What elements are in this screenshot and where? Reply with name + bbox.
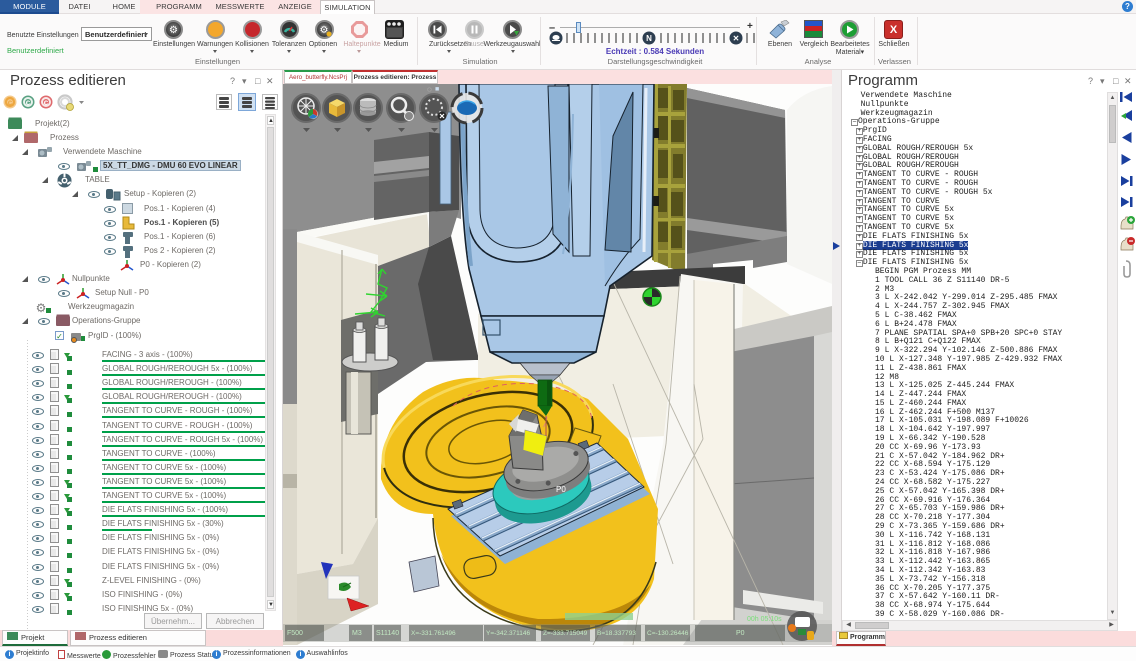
svg-text:c: c [26, 98, 31, 107]
svg-text:N: N [646, 34, 652, 43]
svg-text:■: ■ [435, 86, 439, 93]
svg-text:M3: M3 [352, 630, 362, 637]
svg-text:P0: P0 [736, 630, 745, 637]
svg-text:F500: F500 [287, 630, 303, 637]
svg-text:◌: ◌ [427, 85, 432, 94]
svg-text:⚙: ⚙ [169, 25, 178, 36]
svg-text:00h 05:10s: 00h 05:10s [747, 616, 782, 623]
svg-text:Z=-333.715049: Z=-333.715049 [543, 630, 588, 637]
svg-text:X=-331.761496: X=-331.761496 [411, 630, 456, 637]
svg-text:Y=-342.371146: Y=-342.371146 [486, 630, 531, 637]
svg-text:C=-130.26446: C=-130.26446 [647, 630, 689, 637]
svg-text:✕: ✕ [733, 34, 740, 43]
svg-text:P0: P0 [556, 485, 566, 494]
svg-text:c: c [8, 98, 13, 107]
svg-text:S11140: S11140 [376, 630, 399, 637]
svg-text:⚙: ⚙ [36, 301, 47, 314]
svg-text:c: c [44, 98, 49, 107]
svg-text:B=18.337793: B=18.337793 [597, 630, 636, 637]
